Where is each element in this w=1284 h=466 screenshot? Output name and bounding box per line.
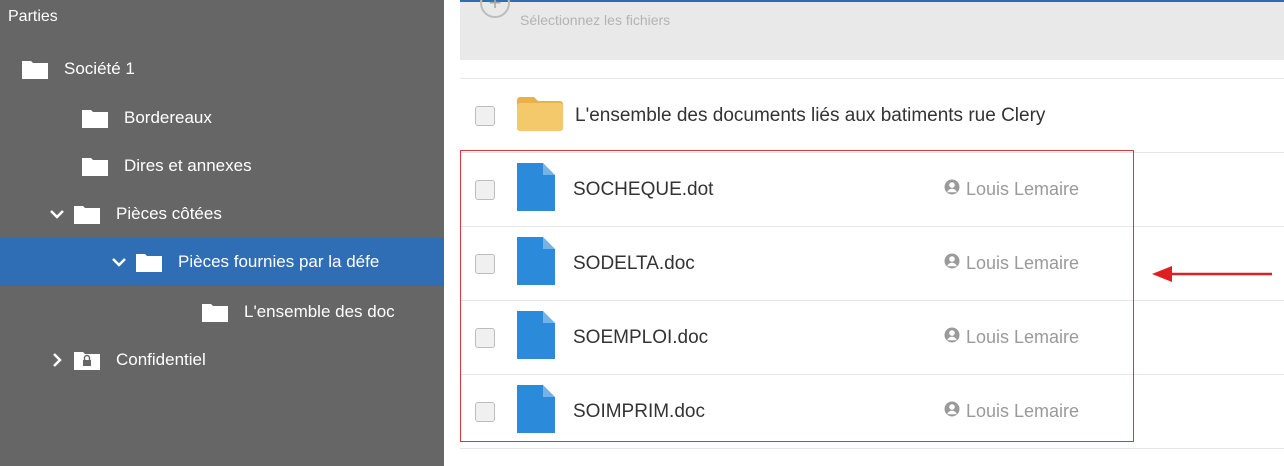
tree-item-label: Dires et annexes xyxy=(124,156,252,175)
tree-item-bordereaux[interactable]: Bordereaux xyxy=(0,94,444,142)
list-item[interactable]: SOIMPRIM.doc Louis Lemaire xyxy=(460,375,1284,449)
select-files-button[interactable]: Sélectionnez les fichiers xyxy=(520,12,670,28)
file-owner: Louis Lemaire xyxy=(944,179,1079,200)
file-name[interactable]: SOEMPLOI.doc xyxy=(573,327,708,349)
row-checkbox[interactable] xyxy=(475,327,495,348)
tree-item-label: Pièces côtées xyxy=(116,204,222,223)
tree-item-label: Confidentiel xyxy=(116,350,206,369)
upload-bar: + Sélectionnez les fichiers xyxy=(460,0,1284,60)
row-checkbox[interactable] xyxy=(475,105,495,126)
locked-folder-icon xyxy=(74,350,100,370)
file-name[interactable]: SOCHEQUE.dot xyxy=(573,179,713,201)
list-item[interactable]: L'ensemble des documents liés aux batime… xyxy=(460,78,1284,153)
folder-icon xyxy=(515,94,565,137)
document-icon xyxy=(517,163,555,216)
folder-icon xyxy=(74,204,100,224)
user-icon xyxy=(944,401,960,422)
chevron-right-icon[interactable] xyxy=(48,351,66,369)
file-name[interactable]: SODELTA.doc xyxy=(573,253,695,275)
owner-name: Louis Lemaire xyxy=(966,401,1080,421)
user-icon xyxy=(944,179,960,200)
tree-item-dires-et-annexes[interactable]: Dires et annexes xyxy=(0,142,444,190)
folder-title[interactable]: L'ensemble des documents liés aux batime… xyxy=(575,105,1045,127)
document-icon xyxy=(517,385,555,438)
owner-name: Louis Lemaire xyxy=(966,327,1080,347)
tree-item-pieces-cotees[interactable]: Pièces côtées xyxy=(0,190,444,238)
folder-icon xyxy=(202,302,228,322)
row-checkbox[interactable] xyxy=(475,401,495,422)
owner-name: Louis Lemaire xyxy=(966,253,1080,273)
row-checkbox[interactable] xyxy=(475,253,495,274)
folder-icon xyxy=(136,252,162,272)
row-checkbox[interactable] xyxy=(475,179,495,200)
tree-item-label: Pièces fournies par la défe xyxy=(178,252,380,271)
main-panel: + Sélectionnez les fichiers L'ensemble d… xyxy=(444,0,1284,466)
file-owner: Louis Lemaire xyxy=(944,327,1079,348)
tree-item-confidentiel[interactable]: Confidentiel xyxy=(0,336,444,384)
folder-icon xyxy=(82,156,108,176)
chevron-down-icon[interactable] xyxy=(48,205,66,223)
annotation-arrow-icon xyxy=(1150,262,1274,291)
file-owner: Louis Lemaire xyxy=(944,401,1079,422)
user-icon xyxy=(944,253,960,274)
folder-icon xyxy=(82,108,108,128)
list-item[interactable]: SOEMPLOI.doc Louis Lemaire xyxy=(460,301,1284,375)
sidebar-header: Parties xyxy=(8,8,58,25)
tree-item-societe-1[interactable]: Société 1 xyxy=(0,45,444,93)
tree-item-label: Société 1 xyxy=(64,59,135,78)
add-icon[interactable]: + xyxy=(480,0,510,18)
tree-item-ensemble-des-doc[interactable]: L'ensemble des doc xyxy=(0,288,444,336)
folder-icon xyxy=(22,59,48,79)
chevron-down-icon[interactable] xyxy=(110,253,128,271)
tree-item-pieces-fournies[interactable]: Pièces fournies par la défe xyxy=(0,238,444,286)
user-icon xyxy=(944,327,960,348)
tree-item-label: Bordereaux xyxy=(124,108,212,127)
document-icon xyxy=(517,237,555,290)
document-icon xyxy=(517,311,555,364)
owner-name: Louis Lemaire xyxy=(966,179,1080,199)
file-owner: Louis Lemaire xyxy=(944,253,1079,274)
tree-item-label: L'ensemble des doc xyxy=(244,302,395,321)
file-name[interactable]: SOIMPRIM.doc xyxy=(573,401,705,423)
list-item[interactable]: SOCHEQUE.dot Louis Lemaire xyxy=(460,153,1284,227)
sidebar: Parties Société 1 Bordereaux Dires et an… xyxy=(0,0,444,466)
